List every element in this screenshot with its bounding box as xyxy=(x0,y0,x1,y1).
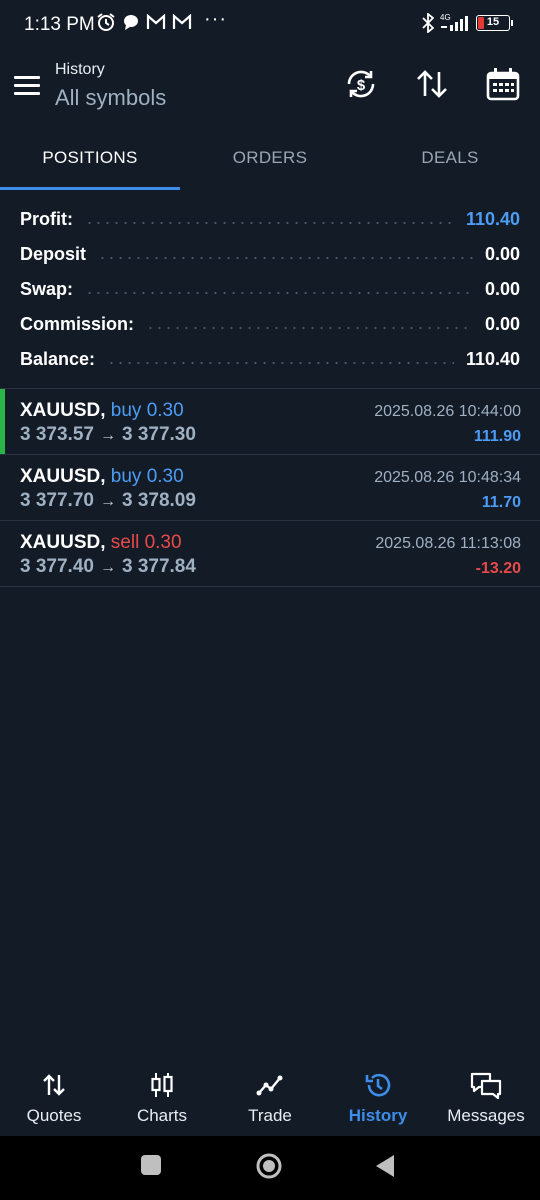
summary-label: Commission: xyxy=(20,314,135,334)
summary-row-deposit: Deposit 0.00 xyxy=(0,237,540,272)
nav-charts[interactable]: Charts xyxy=(108,1060,216,1136)
arrow-icon: → xyxy=(99,559,116,576)
summary-row-commission: Commission: 0.00 xyxy=(0,307,540,342)
summary-row-balance: Balance: 110.40 xyxy=(0,342,540,377)
dotted-leader xyxy=(146,326,473,329)
close-price: 3 377.30 xyxy=(121,424,196,445)
position-side: buy 0.30 xyxy=(110,400,184,421)
page-title: History xyxy=(55,61,105,78)
history-icon xyxy=(365,1073,391,1097)
status-notification-icons xyxy=(96,12,192,32)
position-prices: 3 377.40 → 3 377.84 xyxy=(20,556,196,578)
tab-orders[interactable]: ORDERS xyxy=(180,128,360,190)
position-row[interactable]: XAUUSD, buy 0.30 3 373.57 → 3 377.30 2025.… xyxy=(0,388,540,454)
nav-label: Messages xyxy=(447,1106,525,1125)
nav-quotes[interactable]: Quotes xyxy=(0,1060,108,1136)
summary-label: Balance: xyxy=(20,349,96,369)
position-header: XAUUSD, buy 0.30 xyxy=(20,466,184,488)
summary-value: 110.40 xyxy=(465,349,520,369)
dotted-leader xyxy=(85,221,454,224)
summary-value: 0.00 xyxy=(484,244,520,264)
position-profit: 111.90 xyxy=(473,428,521,445)
summary-row-swap: Swap: 0.00 xyxy=(0,272,540,307)
position-time: 2025.08.26 11:13:08 xyxy=(375,535,521,552)
status-time: 1:13 PM xyxy=(24,14,95,35)
summary-value: 0.00 xyxy=(484,314,520,334)
open-price: 3 377.70 xyxy=(20,490,94,511)
gmail-icon-2 xyxy=(172,14,192,29)
account-summary: Profit: 110.40 Deposit 0.00 Swap: 0.00 C… xyxy=(0,202,540,377)
more-notifications-icon: ··· xyxy=(204,8,227,30)
svg-text:$: $ xyxy=(357,77,366,94)
battery-level: 15 xyxy=(486,16,500,28)
nav-label: Charts xyxy=(136,1106,188,1125)
summary-row-profit: Profit: 110.40 xyxy=(0,202,540,237)
nav-history[interactable]: History xyxy=(324,1060,432,1136)
calendar-icon[interactable] xyxy=(485,66,521,102)
chat-bubble-icon xyxy=(124,15,138,30)
open-price: 3 377.40 xyxy=(20,556,94,577)
app-header: History All symbols $ xyxy=(0,52,540,124)
quotes-icon xyxy=(43,1074,65,1096)
messages-icon xyxy=(470,1072,502,1100)
menu-button[interactable] xyxy=(14,76,40,96)
summary-value: 110.40 xyxy=(465,209,520,229)
summary-label: Deposit xyxy=(20,244,87,264)
position-row[interactable]: XAUUSD, buy 0.30 3 377.70 → 3 378.09 2025.… xyxy=(0,454,540,520)
currency-exchange-icon[interactable]: $ xyxy=(343,66,379,102)
nav-messages[interactable]: Messages xyxy=(432,1060,540,1136)
recent-apps-icon[interactable] xyxy=(140,1154,162,1176)
dotted-leader xyxy=(107,361,454,364)
home-icon[interactable] xyxy=(255,1152,283,1180)
bluetooth-icon xyxy=(422,13,434,33)
position-time: 2025.08.26 10:44:00 xyxy=(374,403,521,420)
positions-list: XAUUSD, buy 0.30 3 373.57 → 3 377.30 2025.… xyxy=(0,388,540,587)
position-symbol: XAUUSD, xyxy=(20,532,106,553)
status-bar: 1:13 PM ··· 4G 15 xyxy=(0,0,540,52)
summary-value: 0.00 xyxy=(484,279,520,299)
signal-icon: 4G xyxy=(440,14,470,32)
close-price: 3 377.84 xyxy=(121,556,196,577)
position-row[interactable]: XAUUSD, sell 0.30 3 377.40 → 3 377.84 2025… xyxy=(0,520,540,587)
position-symbol: XAUUSD, xyxy=(20,400,106,421)
nav-label: Quotes xyxy=(26,1106,82,1125)
gmail-icon xyxy=(146,14,166,29)
arrow-icon: → xyxy=(99,427,116,444)
position-header: XAUUSD, buy 0.30 xyxy=(20,400,184,422)
history-tabs: POSITIONS ORDERS DEALS xyxy=(0,128,540,190)
position-side: buy 0.30 xyxy=(110,466,184,487)
open-price: 3 373.57 xyxy=(20,424,94,445)
position-prices: 3 373.57 → 3 377.30 xyxy=(20,424,196,446)
dotted-leader xyxy=(85,291,473,294)
position-profit: -13.20 xyxy=(475,560,521,577)
alarm-icon xyxy=(97,13,115,31)
system-navigation-bar xyxy=(0,1136,540,1200)
back-icon[interactable] xyxy=(374,1154,396,1178)
summary-label: Profit: xyxy=(20,209,73,229)
position-prices: 3 377.70 → 3 378.09 xyxy=(20,490,196,512)
trade-icon xyxy=(256,1075,283,1096)
position-header: XAUUSD, sell 0.30 xyxy=(20,532,182,554)
summary-label: Swap: xyxy=(20,279,74,299)
position-profit: 11.70 xyxy=(481,494,521,511)
status-system-icons: 4G 15 xyxy=(422,13,513,33)
arrow-icon: → xyxy=(99,493,116,510)
tab-deals[interactable]: DEALS xyxy=(360,128,540,190)
position-side: sell 0.30 xyxy=(110,532,182,553)
sort-icon[interactable] xyxy=(414,66,450,102)
charts-icon xyxy=(151,1073,173,1097)
nav-trade[interactable]: Trade xyxy=(216,1060,324,1136)
bottom-navigation: Quotes Charts Trade History Messages xyxy=(0,1060,540,1136)
battery-icon: 15 xyxy=(476,15,513,31)
dotted-leader xyxy=(98,256,473,259)
nav-label: History xyxy=(348,1106,408,1125)
close-price: 3 378.09 xyxy=(121,490,196,511)
position-symbol: XAUUSD, xyxy=(20,466,106,487)
tab-positions[interactable]: POSITIONS xyxy=(0,128,180,190)
symbol-filter[interactable]: All symbols xyxy=(55,85,166,111)
position-time: 2025.08.26 10:48:34 xyxy=(374,469,521,486)
nav-label: Trade xyxy=(248,1106,292,1125)
